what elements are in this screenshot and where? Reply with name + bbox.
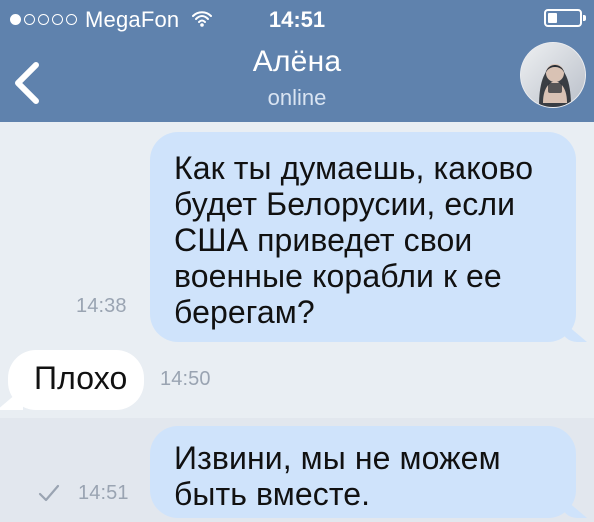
avatar[interactable] xyxy=(520,42,586,108)
contact-name: Алёна xyxy=(252,45,342,78)
message-text: Извини, мы не можем быть вместе. xyxy=(174,440,501,512)
message-time: 14:50 xyxy=(160,368,211,390)
message-outgoing: 14:38 Как ты думаешь, каково будет Белор… xyxy=(0,122,594,342)
message-time: 14:38 xyxy=(76,295,127,317)
message-list[interactable]: 14:38 Как ты думаешь, каково будет Белор… xyxy=(0,122,594,522)
message-time: 14:51 xyxy=(78,482,129,504)
battery-tip xyxy=(583,15,586,21)
top-navigation-bar: MegaFon 14:51 Алёна online xyxy=(0,0,594,122)
message-bubble[interactable]: Как ты думаешь, каково будет Белорусии, … xyxy=(150,132,587,342)
bubble-tail xyxy=(561,496,587,518)
read-check-icon xyxy=(38,484,60,502)
chat-screen: MegaFon 14:51 Алёна online 14:38 Как ты … xyxy=(0,0,594,522)
message-bubble[interactable]: Извини, мы не можем быть вместе. xyxy=(150,426,587,518)
avatar-photo xyxy=(521,43,585,107)
contact-header[interactable]: Алёна online xyxy=(0,44,594,112)
status-time: 14:51 xyxy=(268,7,326,32)
bubble-tail xyxy=(561,320,587,342)
message-incoming: Плохо 14:50 xyxy=(0,342,594,412)
message-bubble[interactable]: Плохо xyxy=(0,350,144,410)
contact-status: online xyxy=(267,85,327,110)
battery-icon xyxy=(544,9,586,27)
battery-level xyxy=(548,13,557,23)
message-outgoing: 14:51 Извини, мы не можем быть вместе. xyxy=(0,418,594,522)
bubble-tail xyxy=(0,388,23,410)
message-text: Как ты думаешь, каково будет Белорусии, … xyxy=(174,150,534,330)
status-bar: MegaFon 14:51 xyxy=(0,0,594,40)
message-text: Плохо xyxy=(34,360,128,396)
